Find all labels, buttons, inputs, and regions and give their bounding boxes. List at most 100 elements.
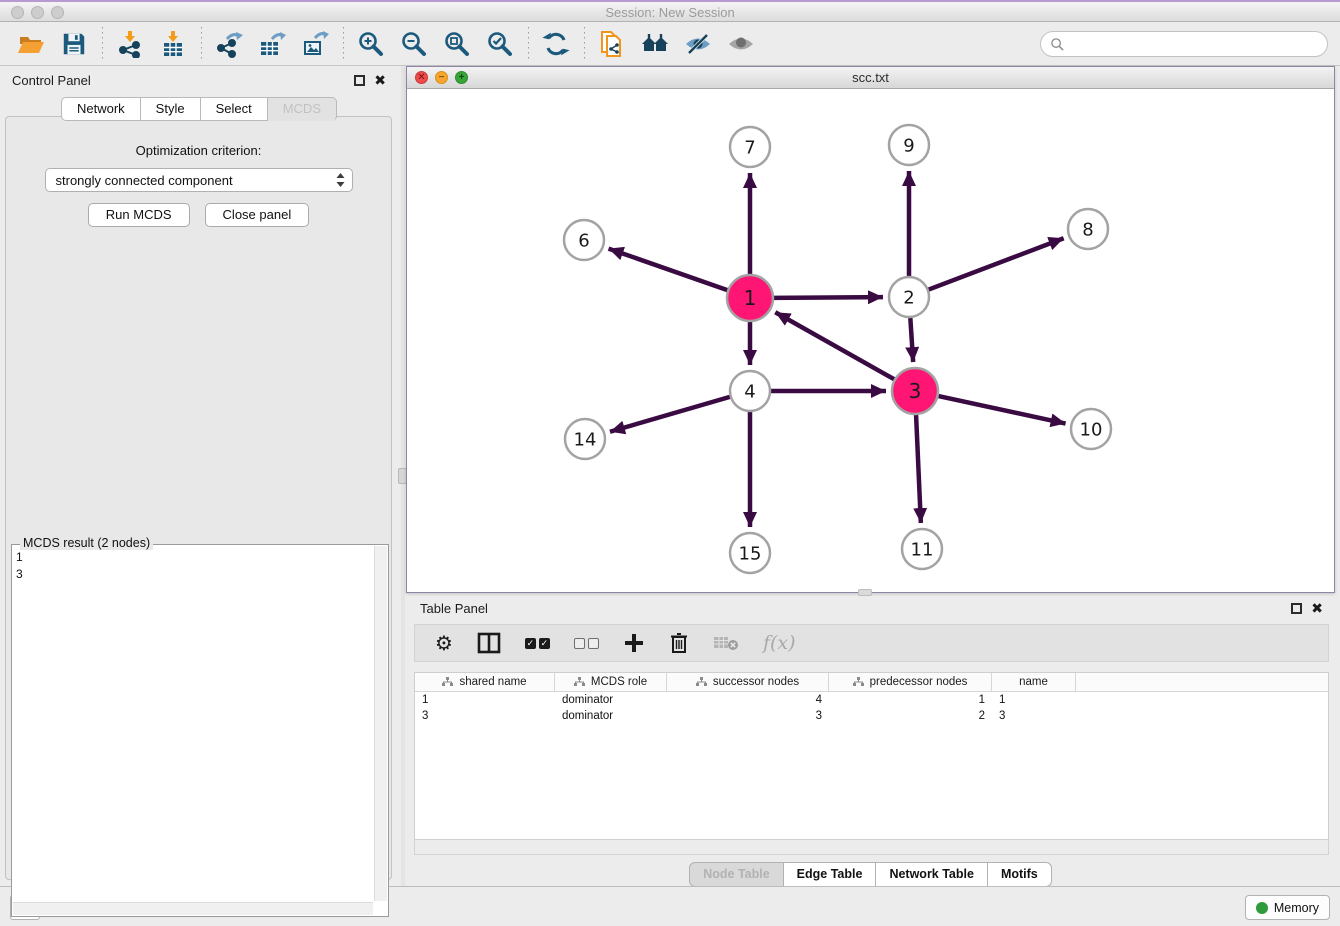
add-column-icon[interactable] xyxy=(623,632,645,654)
graph-edge-3-10[interactable] xyxy=(938,396,1065,423)
graph-edge-4-14[interactable] xyxy=(610,397,730,432)
open-folder-icon[interactable] xyxy=(14,27,48,61)
memory-label: Memory xyxy=(1274,901,1319,915)
graph-edge-3-11[interactable] xyxy=(916,415,921,523)
refresh-icon[interactable] xyxy=(539,27,573,61)
graph-node-4[interactable]: 4 xyxy=(730,371,770,411)
gear-icon[interactable]: ⚙ xyxy=(435,633,453,653)
result-vertical-scrollbar[interactable] xyxy=(374,546,387,901)
table-horizontal-scrollbar[interactable] xyxy=(414,840,1329,855)
tab-network[interactable]: Network xyxy=(61,97,141,121)
zoom-in-icon[interactable] xyxy=(354,27,388,61)
table-body: 1dominator4113dominator323 xyxy=(415,692,1328,724)
tab-select[interactable]: Select xyxy=(201,97,268,121)
export-image-icon[interactable] xyxy=(298,27,332,61)
graph-node-15[interactable]: 15 xyxy=(730,533,770,573)
node-label: 8 xyxy=(1082,219,1093,240)
node-label: 1 xyxy=(744,286,757,310)
table-row[interactable]: 1dominator411 xyxy=(415,692,1328,708)
float-panel-icon[interactable] xyxy=(354,75,365,86)
result-horizontal-scrollbar[interactable] xyxy=(13,902,373,915)
tab-mcds[interactable]: MCDS xyxy=(268,97,337,121)
toolbar-separator xyxy=(201,27,202,61)
table-panel-tabs: Node TableEdge TableNetwork TableMotifs xyxy=(406,862,1335,887)
node-label: 9 xyxy=(903,135,914,156)
tab-network-table[interactable]: Network Table xyxy=(876,862,988,887)
node-label: 11 xyxy=(911,539,934,560)
memory-button[interactable]: Memory xyxy=(1245,895,1330,920)
column-header-name[interactable]: name xyxy=(992,673,1076,691)
column-header-shared-name[interactable]: shared name xyxy=(415,673,555,691)
deselect-all-checkboxes-icon[interactable] xyxy=(574,638,599,649)
tab-node-table[interactable]: Node Table xyxy=(689,862,783,887)
network-file-icon[interactable] xyxy=(595,27,629,61)
delete-table-icon[interactable] xyxy=(713,634,739,652)
node-label: 4 xyxy=(744,381,755,402)
show-details-icon[interactable] xyxy=(724,27,758,61)
zoom-out-icon[interactable] xyxy=(397,27,431,61)
graph-edge-1-2[interactable] xyxy=(774,297,883,298)
tab-motifs[interactable]: Motifs xyxy=(988,862,1052,887)
control-panel-title: Control Panel xyxy=(12,73,91,88)
toolbar-separator xyxy=(102,27,103,61)
delete-column-icon[interactable] xyxy=(669,632,689,654)
graph-node-11[interactable]: 11 xyxy=(902,529,942,569)
table-row[interactable]: 3dominator323 xyxy=(415,708,1328,724)
float-table-panel-icon[interactable] xyxy=(1291,603,1302,614)
graph-edge-3-1[interactable] xyxy=(775,312,894,379)
graph-node-6[interactable]: 6 xyxy=(564,220,604,260)
column-header-predecessor-nodes[interactable]: predecessor nodes xyxy=(829,673,992,691)
node-label: 15 xyxy=(739,543,762,564)
graph-node-8[interactable]: 8 xyxy=(1068,209,1108,249)
control-panel-tabs: NetworkStyleSelectMCDS xyxy=(0,97,398,121)
home-icon[interactable] xyxy=(638,27,672,61)
node-label: 14 xyxy=(574,429,597,450)
column-header-MCDS-role[interactable]: MCDS role xyxy=(555,673,667,691)
network-window-titlebar[interactable]: ✕ − + scc.txt xyxy=(407,67,1334,89)
table-cell: dominator xyxy=(555,710,667,722)
graph-node-7[interactable]: 7 xyxy=(730,127,770,167)
table-header-row: shared nameMCDS rolesuccessor nodesprede… xyxy=(415,673,1328,692)
network-canvas[interactable]: 7 9 6 8 1 2 4 3 14 10 15 11 xyxy=(407,89,1334,592)
node-table[interactable]: shared nameMCDS rolesuccessor nodesprede… xyxy=(414,672,1329,840)
close-panel-button[interactable]: Close panel xyxy=(205,203,310,227)
graph-node-9[interactable]: 9 xyxy=(889,125,929,165)
network-view-window: ✕ − + scc.txt 7 9 6 8 1 2 4 3 14 10 15 11 xyxy=(406,66,1335,593)
optimization-criterion-dropdown[interactable]: strongly connected component xyxy=(45,168,353,192)
window-title: Session: New Session xyxy=(0,5,1340,20)
table-cell: 4 xyxy=(667,694,829,706)
select-all-checkboxes-icon[interactable]: ✓✓ xyxy=(525,638,550,649)
node-label: 2 xyxy=(903,287,914,308)
graph-node-10[interactable]: 10 xyxy=(1071,409,1111,449)
horizontal-splitter-handle[interactable] xyxy=(858,589,872,596)
graph-edge-2-3[interactable] xyxy=(910,318,913,362)
optimization-criterion-label: Optimization criterion: xyxy=(6,143,391,158)
export-network-icon[interactable] xyxy=(212,27,246,61)
node-label: 6 xyxy=(578,230,589,251)
tab-edge-table[interactable]: Edge Table xyxy=(784,862,877,887)
graph-node-1[interactable]: 1 xyxy=(727,275,773,321)
import-table-icon[interactable] xyxy=(156,27,190,61)
export-table-icon[interactable] xyxy=(255,27,289,61)
search-field[interactable] xyxy=(1040,31,1328,57)
table-cell: 1 xyxy=(829,694,992,706)
graph-node-14[interactable]: 14 xyxy=(565,419,605,459)
split-columns-icon[interactable] xyxy=(477,632,501,654)
import-network-icon[interactable] xyxy=(113,27,147,61)
close-panel-icon[interactable]: ✖ xyxy=(374,75,386,86)
column-header-successor-nodes[interactable]: successor nodes xyxy=(667,673,829,691)
zoom-selected-icon[interactable] xyxy=(483,27,517,61)
run-mcds-button[interactable]: Run MCDS xyxy=(88,203,190,227)
graph-node-2[interactable]: 2 xyxy=(889,277,929,317)
tab-style[interactable]: Style xyxy=(141,97,201,121)
close-table-panel-icon[interactable]: ✖ xyxy=(1311,603,1323,614)
graph-edge-1-6[interactable] xyxy=(609,249,728,291)
graph-edge-2-8[interactable] xyxy=(929,238,1064,289)
graph-node-3[interactable]: 3 xyxy=(892,368,938,414)
save-icon[interactable] xyxy=(57,27,91,61)
search-input[interactable] xyxy=(1065,34,1327,54)
hide-details-icon[interactable] xyxy=(681,27,715,61)
function-builder-icon[interactable]: f(x) xyxy=(763,632,796,654)
zoom-fit-icon[interactable] xyxy=(440,27,474,61)
application-window: Session: New Session xyxy=(0,0,1340,926)
